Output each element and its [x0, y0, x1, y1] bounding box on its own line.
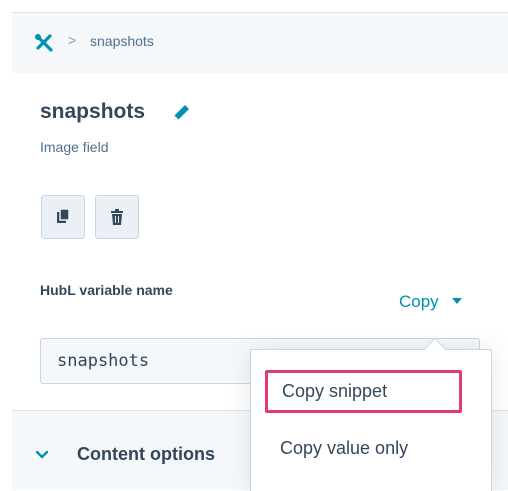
trash-icon — [111, 209, 123, 225]
breadcrumb: > snapshots — [12, 12, 508, 73]
dropdown-pointer — [424, 337, 446, 350]
copy-snippet-option[interactable]: Copy snippet — [265, 370, 462, 413]
page-title: snapshots — [40, 100, 146, 123]
clone-button[interactable] — [41, 195, 85, 239]
caret-down-icon[interactable] — [452, 298, 462, 304]
copy-dropdown-toggle[interactable]: Copy — [399, 292, 439, 312]
content-options-label[interactable]: Content options — [77, 444, 215, 465]
delete-button[interactable] — [95, 195, 139, 239]
clone-icon — [57, 208, 70, 223]
tools-icon[interactable] — [34, 33, 54, 53]
copy-value-only-option[interactable]: Copy value only — [280, 438, 408, 459]
pencil-icon[interactable] — [170, 102, 192, 124]
breadcrumb-current: snapshots — [90, 33, 154, 49]
field-type-label: Image field — [40, 139, 109, 155]
breadcrumb-separator: > — [68, 32, 77, 48]
chevron-down-icon[interactable] — [36, 451, 48, 459]
hubl-variable-label: HubL variable name — [40, 282, 173, 298]
